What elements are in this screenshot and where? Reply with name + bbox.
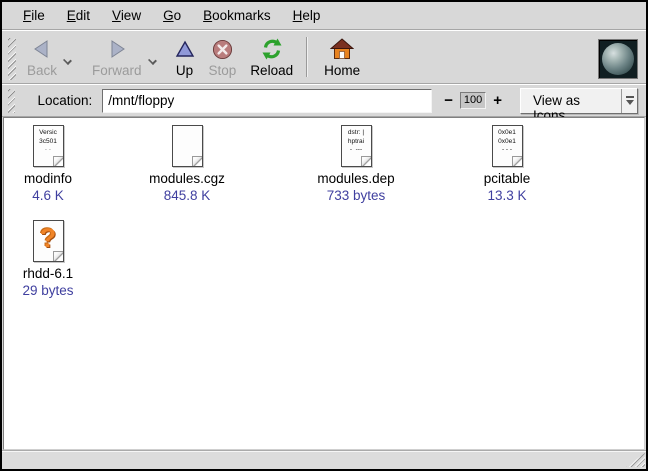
file-size: 13.3 K: [447, 188, 567, 203]
view-mode-dropdown[interactable]: View as Icons: [520, 88, 638, 114]
text-document-icon: 0x0e10x0e1- - -: [492, 125, 523, 167]
page-fold: [512, 156, 523, 167]
file-item-modinfo[interactable]: Versic3c501· · modinfo 4.6 K: [6, 125, 90, 203]
home-label: Home: [324, 63, 360, 78]
file-size: 845.8 K: [127, 188, 247, 203]
file-name: modules.dep: [296, 171, 416, 186]
page-fold: [361, 156, 372, 167]
file-manager-window: File Edit View Go Bookmarks Help Back Fo…: [0, 0, 648, 471]
menu-edit[interactable]: Edit: [56, 4, 101, 27]
text-document-icon: Versic3c501· ·: [33, 125, 64, 167]
stop-label: Stop: [209, 63, 237, 78]
file-name: modules.cgz: [127, 171, 247, 186]
toolbar-separator: [306, 37, 307, 77]
forward-history-dropdown-icon[interactable]: [148, 56, 157, 65]
file-size: 733 bytes: [296, 188, 416, 203]
zoom-in-button[interactable]: +: [489, 91, 506, 111]
up-label: Up: [176, 63, 193, 78]
stop-icon: [212, 37, 233, 61]
home-button[interactable]: Home: [317, 35, 367, 81]
page-fold: [53, 156, 64, 167]
menu-help[interactable]: Help: [282, 4, 332, 27]
forward-button[interactable]: Forward: [85, 35, 149, 81]
up-arrow-icon: [175, 37, 195, 61]
view-mode-label: View as Icons: [521, 89, 621, 113]
page-fold: [192, 156, 203, 167]
location-input[interactable]: [102, 89, 432, 113]
reload-icon: [261, 37, 283, 61]
file-name: rhdd-6.1: [6, 266, 90, 281]
forward-arrow-icon: [107, 37, 127, 61]
question-mark-glyph: ?: [34, 223, 63, 254]
file-name: pcitable: [447, 171, 567, 186]
menu-view[interactable]: View: [101, 4, 152, 27]
file-item-modules-cgz[interactable]: modules.cgz 845.8 K: [127, 125, 247, 203]
back-arrow-icon: [32, 37, 52, 61]
file-item-rhdd-6-1[interactable]: ? rhdd-6.1 29 bytes: [6, 220, 90, 298]
file-item-modules-dep[interactable]: dstr: |hptrai- --- modules.dep 733 bytes: [296, 125, 416, 203]
up-button[interactable]: Up: [168, 35, 202, 81]
zoom-out-button[interactable]: −: [440, 91, 457, 111]
toolbar-grip-handle[interactable]: [8, 38, 16, 80]
location-label: Location:: [37, 93, 92, 108]
reload-label: Reload: [250, 63, 293, 78]
icon-view[interactable]: Versic3c501· · modinfo 4.6 K modules.cgz…: [3, 117, 645, 450]
gnome-throbber-icon: [598, 39, 638, 79]
page-fold: [53, 251, 64, 262]
location-bar: Location: − 100 + View as Icons: [2, 84, 646, 117]
file-name: modinfo: [6, 171, 90, 186]
menu-file[interactable]: File: [12, 4, 56, 27]
home-icon: [330, 37, 354, 61]
text-document-icon: dstr: |hptrai- ---: [341, 125, 372, 167]
file-item-pcitable[interactable]: 0x0e10x0e1- - - pcitable 13.3 K: [447, 125, 567, 203]
back-history-dropdown-icon[interactable]: [63, 56, 72, 65]
location-bar-grip-handle[interactable]: [8, 89, 15, 113]
reload-button[interactable]: Reload: [243, 35, 300, 81]
unknown-document-icon: ?: [33, 220, 64, 262]
throbber-sphere: [602, 43, 634, 75]
toolbar: Back Forward Up Stop: [2, 30, 646, 84]
stop-button[interactable]: Stop: [202, 35, 244, 81]
dropdown-arrow-icon: [621, 89, 637, 113]
menu-bookmarks[interactable]: Bookmarks: [192, 4, 282, 27]
window-resize-grip[interactable]: [626, 453, 645, 467]
zoom-level-indicator: 100: [460, 92, 486, 109]
back-label: Back: [27, 63, 57, 78]
forward-label: Forward: [92, 63, 142, 78]
file-size: 29 bytes: [6, 283, 90, 298]
status-bar: [2, 450, 646, 469]
back-button[interactable]: Back: [20, 35, 64, 81]
file-size: 4.6 K: [6, 188, 90, 203]
blank-document-icon: [172, 125, 203, 167]
menu-bar: File Edit View Go Bookmarks Help: [2, 2, 646, 30]
menu-go[interactable]: Go: [152, 4, 192, 27]
